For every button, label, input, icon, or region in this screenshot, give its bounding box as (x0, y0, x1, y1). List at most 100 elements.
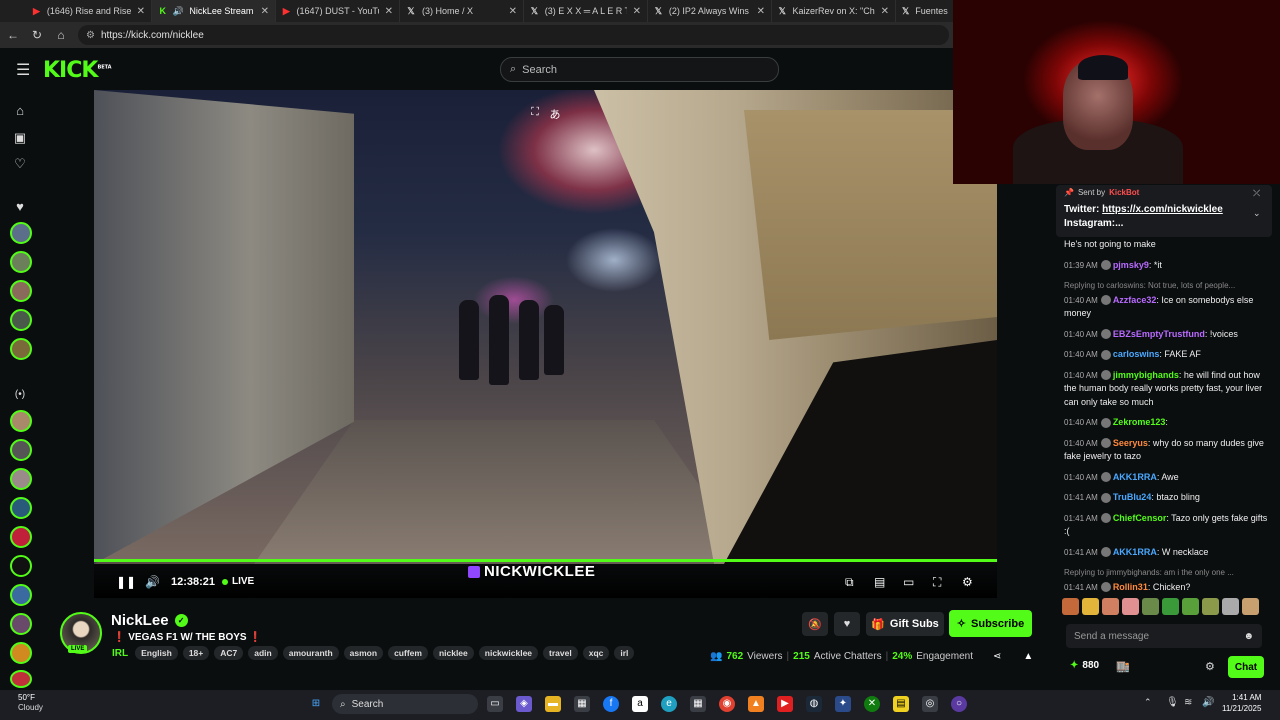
emote-icon[interactable] (1182, 598, 1199, 615)
tag[interactable]: irl (614, 646, 635, 660)
clip-icon[interactable]: ▤ (874, 575, 885, 589)
reply-context[interactable]: Replying to carloswins: Not true, lots o… (1064, 279, 1270, 293)
chat-username[interactable]: Rollin31 (1113, 582, 1148, 592)
tag[interactable]: nickwicklee (478, 646, 539, 660)
amazon-icon[interactable]: a (632, 696, 648, 712)
report-icon[interactable]: ▲ (1023, 651, 1033, 662)
recommended-channel-avatar[interactable] (10, 584, 32, 606)
chat-username[interactable]: carloswins (1113, 349, 1160, 359)
recommended-channel-avatar[interactable] (10, 555, 32, 577)
tab-x-home[interactable]: 𝕏 (3) Home / X ✕ (400, 0, 524, 22)
browse-icon[interactable]: ▣ (12, 130, 28, 146)
reload-icon[interactable]: ↻ (30, 28, 44, 42)
steam-icon[interactable]: ◍ (806, 696, 822, 712)
back-icon[interactable]: ← (6, 28, 20, 42)
recommended-channel-avatar[interactable] (10, 642, 32, 664)
chat-username[interactable]: Azzface32 (1113, 295, 1157, 305)
emote-icon[interactable] (1202, 598, 1219, 615)
taskbar-clock[interactable]: 1:41 AM 11/21/2025 (1222, 692, 1261, 714)
tag[interactable]: xqc (582, 646, 610, 660)
close-icon[interactable]: ✕ (881, 6, 889, 17)
edge-icon[interactable]: e (661, 696, 677, 712)
tab-youtube-dust[interactable]: ▶ (1647) DUST - YouTube ✕ (276, 0, 400, 22)
video-player[interactable]: ⛶ あ (94, 90, 997, 564)
live-progress-bar[interactable] (94, 559, 997, 562)
follow-button[interactable]: ♥ (834, 612, 860, 636)
emote-icon[interactable] (1242, 598, 1259, 615)
tab-kick-nicklee[interactable]: K 🔊 NickLee Stream - ✕ (152, 0, 276, 22)
task-view-icon[interactable]: ▭ (487, 696, 503, 712)
tab-x-kaizerrev[interactable]: 𝕏 KaizerRev on X: "Chuck ✕ (772, 0, 896, 22)
subscribe-button[interactable]: ✧ Subscribe (949, 610, 1032, 637)
tab-x-ip2[interactable]: 𝕏 (2) IP2 Always Wins on ✕ (648, 0, 772, 22)
tag[interactable]: nicklee (432, 646, 474, 660)
tag[interactable]: AC7 (214, 646, 244, 660)
theater-mode-icon[interactable]: ⛶ (528, 106, 542, 120)
obs-icon[interactable]: ◎ (922, 696, 938, 712)
chevron-down-icon[interactable]: ⌄ (1253, 208, 1261, 219)
pinned-link[interactable]: https://x.com/nickwicklee (1102, 204, 1223, 215)
share-icon[interactable]: ⋖ (993, 651, 1001, 662)
xbox-icon[interactable]: ✕ (864, 696, 880, 712)
pause-icon[interactable]: ❚❚ (116, 575, 136, 589)
chat-username[interactable]: TruBlu24 (1113, 492, 1152, 502)
taskbar-search[interactable]: ⌕ Search (332, 694, 478, 714)
stream-category[interactable]: IRL (112, 648, 128, 659)
tray-chevron-icon[interactable]: ⌃ (1144, 697, 1152, 708)
emoji-icon[interactable]: ☻ (1243, 631, 1254, 642)
chat-username[interactable]: Seeryus (1113, 438, 1148, 448)
menu-icon[interactable]: ☰ (16, 60, 30, 80)
microphone-icon[interactable]: 🎙 (1166, 697, 1179, 708)
chrome-icon[interactable]: ◉ (719, 696, 735, 712)
search-input[interactable]: ⌕ Search (500, 57, 779, 82)
close-icon[interactable]: ✕ (261, 6, 269, 17)
tab-x-fuentes[interactable]: 𝕏 Fuentes Up (896, 0, 956, 22)
recommended-channel-avatar[interactable] (10, 613, 32, 635)
recommended-channel-avatar[interactable] (10, 439, 32, 461)
tag[interactable]: asmon (343, 646, 384, 660)
chat-username[interactable]: AKK1RRA (1113, 472, 1157, 482)
following-heart-icon[interactable]: ♡ (12, 156, 28, 172)
emote-icon[interactable] (1082, 598, 1099, 615)
followed-channel-avatar[interactable] (10, 309, 32, 331)
recommended-channel-avatar[interactable] (10, 497, 32, 519)
close-icon[interactable]: ✕ (757, 6, 765, 17)
emote-icon[interactable] (1102, 598, 1119, 615)
chat-username[interactable]: ChiefCensor (1113, 513, 1167, 523)
notifications-off-button[interactable]: 🔕 (802, 612, 828, 636)
volume-tray-icon[interactable]: 🔊 (1202, 697, 1214, 708)
tab-x-alerts[interactable]: 𝕏 (3) E X X ═ A L E R T S ✕ (524, 0, 648, 22)
channel-name[interactable]: NickLee (111, 612, 169, 629)
youtube-app-icon[interactable]: ▶ (777, 696, 793, 712)
kick-logo[interactable]: KICKBETA (43, 58, 112, 83)
chat-settings-icon[interactable]: ⚙ (1205, 660, 1215, 673)
recommended-channel-avatar[interactable] (10, 468, 32, 490)
windows-start-icon[interactable]: ⊞ (308, 696, 324, 712)
close-icon[interactable]: ✕ (509, 6, 517, 17)
app-icon[interactable]: ✦ (835, 696, 851, 712)
wifi-icon[interactable]: ≋ (1184, 697, 1192, 708)
gift-subs-button[interactable]: 🎁 Gift Subs (866, 612, 944, 636)
unpin-icon[interactable]: ⤫ (1253, 188, 1260, 199)
reply-context[interactable]: Replying to jimmybighands: am i the only… (1064, 566, 1270, 580)
emote-icon[interactable] (1222, 598, 1239, 615)
emote-icon[interactable] (1162, 598, 1179, 615)
followed-channel-avatar[interactable] (10, 222, 32, 244)
translate-icon[interactable]: あ (548, 106, 562, 121)
chat-username[interactable]: EBZsEmptyTrustfund (1113, 329, 1205, 339)
copilot-icon[interactable]: ◈ (516, 696, 532, 712)
picture-in-picture-icon[interactable]: ⧉ (845, 575, 854, 589)
channel-points[interactable]: ✦ 880 (1070, 660, 1099, 671)
store-icon[interactable]: 🏬 (1116, 660, 1130, 673)
emote-icon[interactable] (1142, 598, 1159, 615)
settings-gear-icon[interactable]: ⚙ (962, 575, 973, 589)
chat-message-input[interactable]: Send a message ☻ (1066, 624, 1262, 648)
calculator-icon[interactable]: ▦ (690, 696, 706, 712)
chat-username[interactable]: Zekrome123 (1113, 417, 1166, 427)
recommended-channel-avatar[interactable] (10, 410, 32, 432)
app-circle-icon[interactable]: ○ (951, 696, 967, 712)
chat-username[interactable]: pjmsky9 (1113, 260, 1149, 270)
emote-icon[interactable] (1062, 598, 1079, 615)
weather-widget[interactable]: 50°F Cloudy (18, 693, 43, 713)
close-icon[interactable]: ✕ (137, 6, 145, 17)
